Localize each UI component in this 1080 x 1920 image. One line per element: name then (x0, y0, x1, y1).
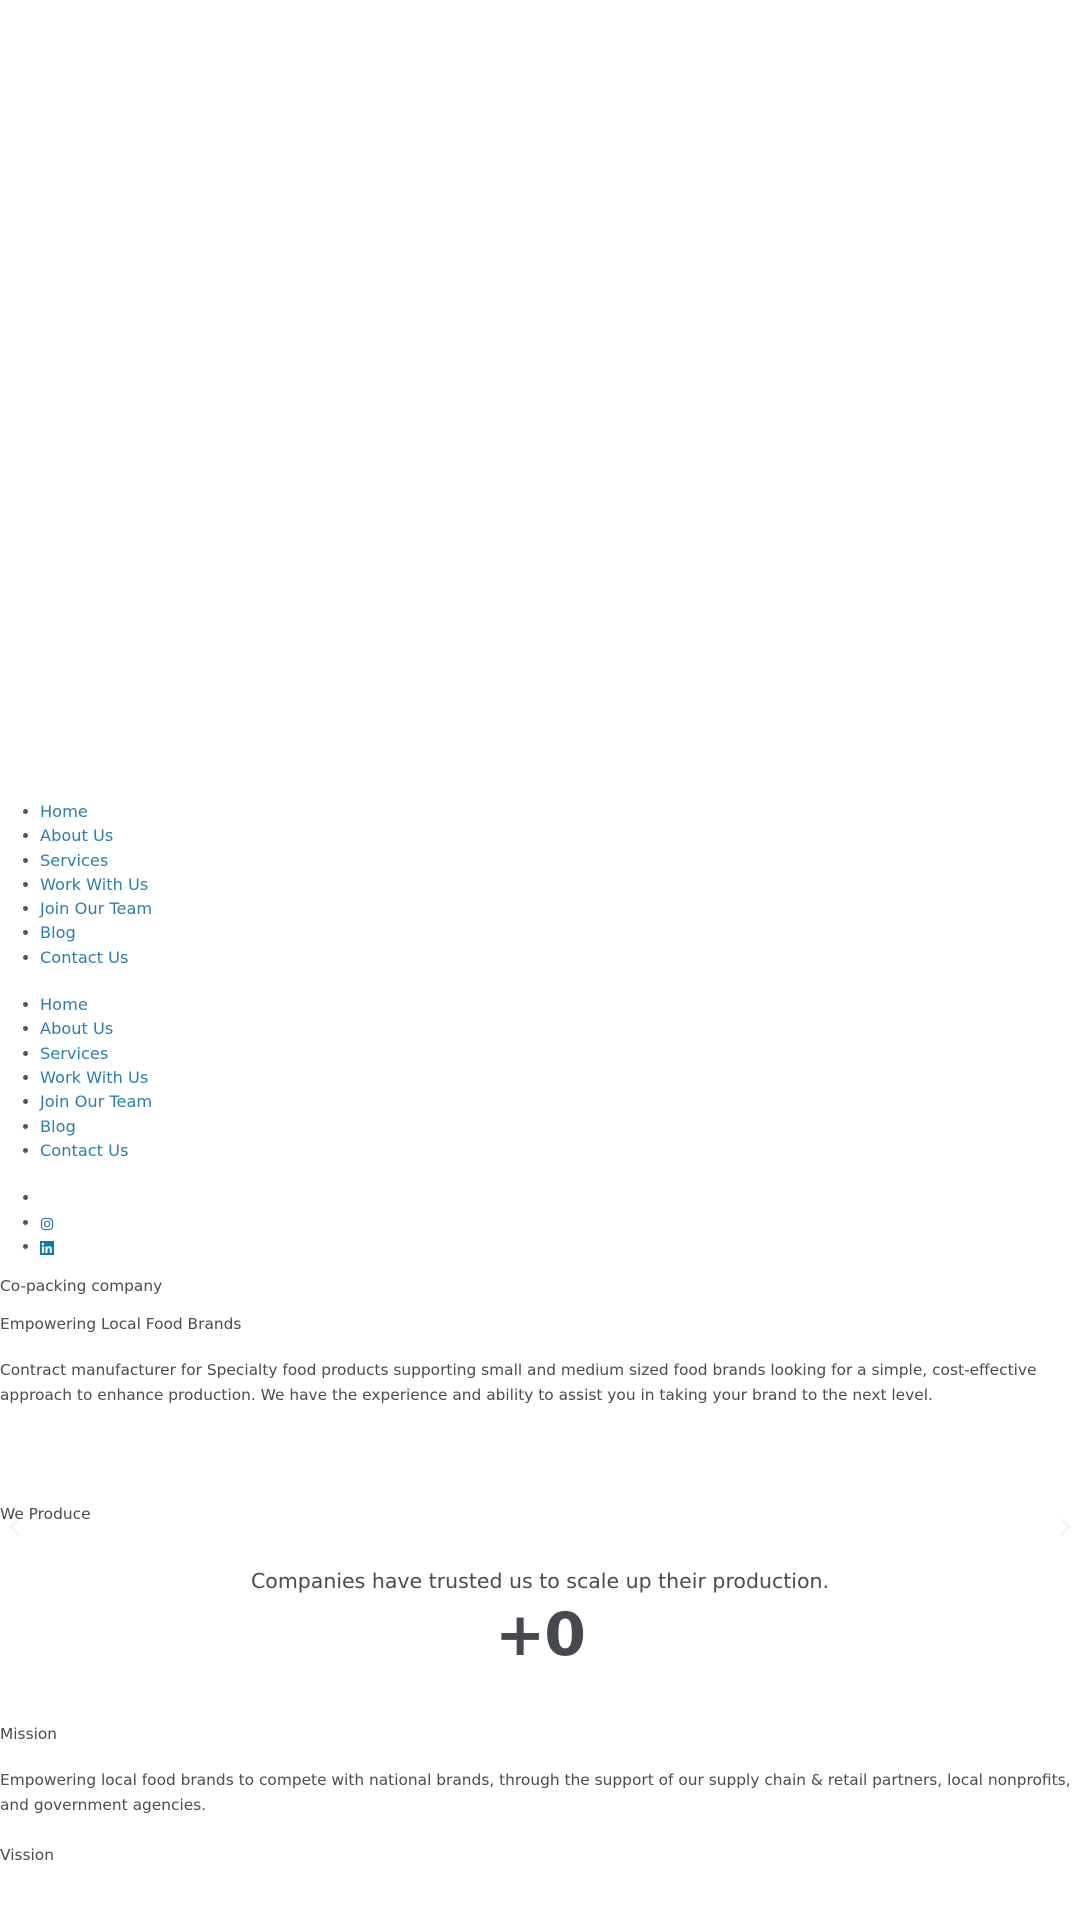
spacer-mission (0, 1746, 1080, 1768)
nav2-link-home[interactable]: Home (40, 995, 88, 1014)
primary-navigation: Home About Us Services Work With Us Join… (0, 800, 1080, 970)
hero-title: Empowering Local Food Brands (0, 1314, 242, 1333)
nav2-item-join-our-team[interactable]: Join Our Team (40, 1090, 1080, 1114)
mission-heading: Mission (0, 1724, 58, 1743)
spacer-eyebrow-title (0, 1298, 1080, 1312)
spacer-stats-mission (0, 1674, 1080, 1722)
spacer-title-body (0, 1336, 1080, 1358)
nav2-item-blog[interactable]: Blog (40, 1115, 1080, 1139)
instagram-icon (40, 1217, 54, 1231)
nav2-item-about-us[interactable]: About Us (40, 1017, 1080, 1041)
social-item-linkedin[interactable] (40, 1235, 1080, 1260)
spacer-mission-vision (0, 1819, 1080, 1843)
social-item-instagram[interactable] (40, 1211, 1080, 1236)
social-links (0, 1186, 1080, 1260)
nav2-item-home[interactable]: Home (40, 993, 1080, 1017)
nav-link-services[interactable]: Services (40, 851, 108, 870)
nav2-link-about-us[interactable]: About Us (40, 1019, 113, 1038)
hero-description: Contract manufacturer for Specialty food… (0, 1360, 1037, 1405)
nav-item-work-with-us[interactable]: Work With Us (40, 873, 1080, 897)
nav-item-contact-us[interactable]: Contact Us (40, 946, 1080, 970)
social-separator (0, 1163, 1080, 1186)
produce-label: We Produce (0, 1504, 91, 1523)
nav-link-about-us[interactable]: About Us (40, 826, 113, 845)
companies-counter: +0 (494, 1599, 586, 1670)
trusted-caption: Companies have trusted us to scale up th… (250, 1568, 830, 1593)
nav2-link-services[interactable]: Services (40, 1044, 108, 1063)
nav-item-home[interactable]: Home (40, 800, 1080, 824)
nav2-item-work-with-us[interactable]: Work With Us (40, 1066, 1080, 1090)
nav-link-work-with-us[interactable]: Work With Us (40, 875, 148, 894)
nav2-link-join-our-team[interactable]: Join Our Team (40, 1092, 152, 1111)
nav2-item-contact-us[interactable]: Contact Us (40, 1139, 1080, 1163)
nav-link-blog[interactable]: Blog (40, 923, 76, 942)
carousel-prev-button[interactable] (2, 1512, 28, 1542)
carousel-next-button[interactable] (1052, 1512, 1078, 1542)
nav-item-about-us[interactable]: About Us (40, 824, 1080, 848)
hero-eyebrow: Co-packing company (0, 1276, 163, 1295)
nav2-link-blog[interactable]: Blog (40, 1117, 76, 1136)
secondary-navigation: Home About Us Services Work With Us Join… (0, 993, 1080, 1163)
nav2-link-contact-us[interactable]: Contact Us (40, 1141, 128, 1160)
nav-item-blog[interactable]: Blog (40, 921, 1080, 945)
nav-item-join-our-team[interactable]: Join Our Team (40, 897, 1080, 921)
social-link-instagram[interactable] (40, 1213, 54, 1232)
linkedin-icon (40, 1241, 54, 1256)
nav-separator (0, 970, 1080, 993)
social-link-linkedin[interactable] (40, 1237, 54, 1256)
spacer-hero-produce (0, 1409, 1080, 1502)
produce-carousel: We Produce Companies have trusted us to … (0, 1502, 1080, 1674)
mission-body: Empowering local food brands to compete … (0, 1770, 1071, 1815)
nav-item-services[interactable]: Services (40, 849, 1080, 873)
vision-heading: Vission (0, 1845, 54, 1864)
nav-link-contact-us[interactable]: Contact Us (40, 948, 128, 967)
nav-link-home[interactable]: Home (40, 802, 88, 821)
hero-blank-area (0, 0, 1080, 800)
nav-link-join-our-team[interactable]: Join Our Team (40, 899, 152, 918)
carousel-track (0, 1526, 1080, 1566)
social-item-blank[interactable] (40, 1186, 1080, 1211)
spacer-above-eyebrow (0, 1260, 1080, 1274)
nav2-item-services[interactable]: Services (40, 1042, 1080, 1066)
nav2-link-work-with-us[interactable]: Work With Us (40, 1068, 148, 1087)
